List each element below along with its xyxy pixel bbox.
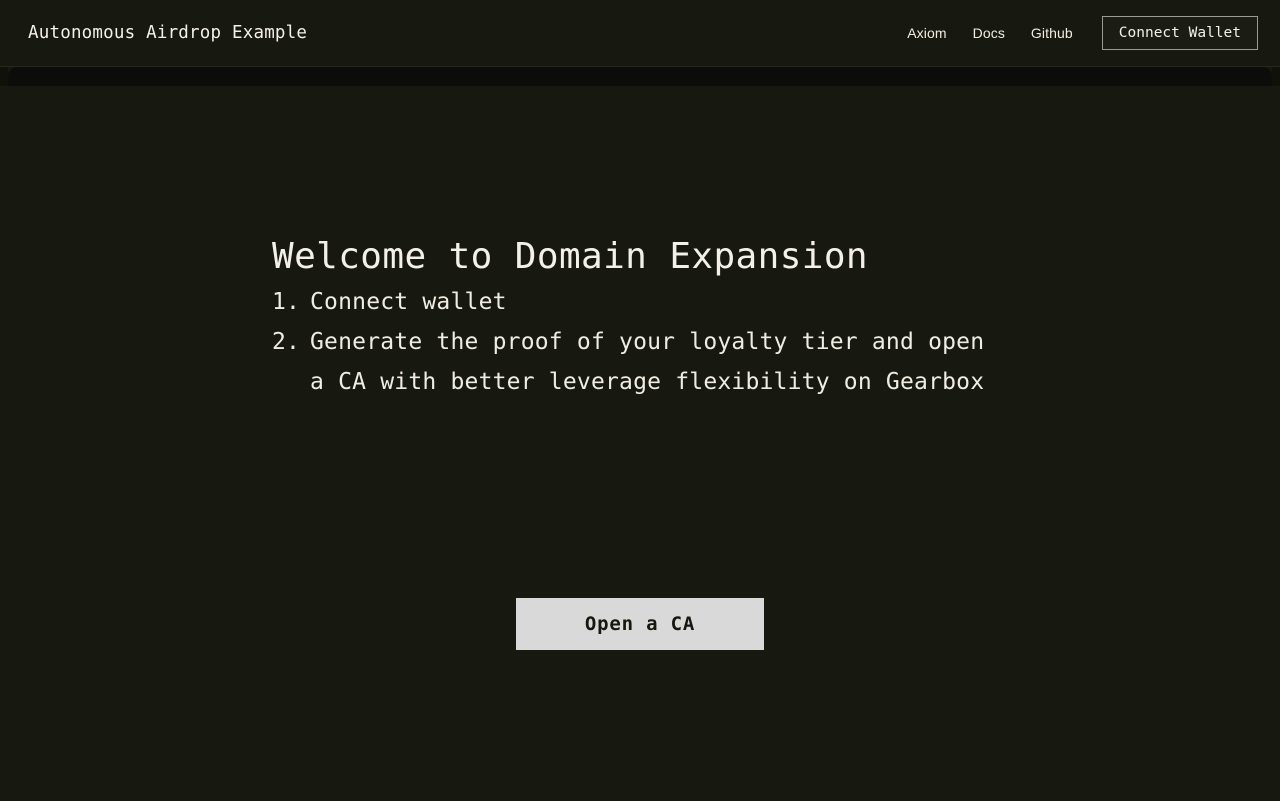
brand-title: Autonomous Airdrop Example (28, 23, 308, 43)
step-marker: 2. (272, 329, 301, 356)
steps-list: 1. Connect wallet 2. Generate the proof … (272, 282, 1012, 402)
open-ca-button[interactable]: Open a CA (516, 598, 764, 650)
step-text: Connect wallet (310, 289, 507, 316)
list-item: 2. Generate the proof of your loyalty ti… (272, 322, 1012, 402)
nav-link-github[interactable]: Github (1018, 19, 1086, 47)
main-content: Welcome to Domain Expansion 1. Connect w… (0, 86, 1280, 801)
list-item: 1. Connect wallet (272, 282, 1012, 322)
hero-block: Welcome to Domain Expansion 1. Connect w… (272, 236, 1012, 402)
step-text: Generate the proof of your loyalty tier … (310, 329, 985, 396)
nav-link-docs[interactable]: Docs (960, 19, 1018, 47)
site-header: Autonomous Airdrop Example Axiom Docs Gi… (0, 0, 1280, 67)
step-marker: 1. (272, 289, 301, 316)
nav-link-axiom[interactable]: Axiom (894, 19, 959, 47)
page-title: Welcome to Domain Expansion (272, 236, 868, 277)
connect-wallet-button[interactable]: Connect Wallet (1101, 15, 1258, 51)
page-root: Autonomous Airdrop Example Axiom Docs Gi… (0, 0, 1280, 801)
primary-nav: Axiom Docs Github Connect Wallet (894, 15, 1258, 51)
cta-row: Open a CA (0, 598, 1280, 650)
